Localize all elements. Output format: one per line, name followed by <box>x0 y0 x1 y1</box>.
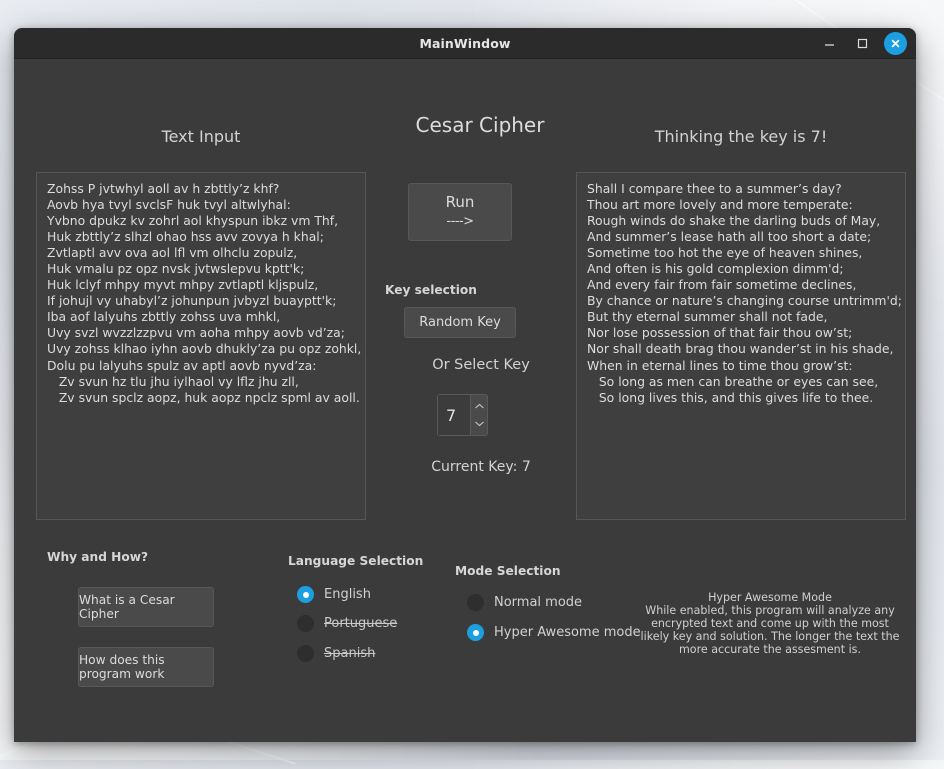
radio-mode-hyper-awesome[interactable]: Hyper Awesome mode <box>467 624 641 641</box>
current-key-label: Current Key: 7 <box>381 459 581 475</box>
minimize-button[interactable] <box>818 33 840 55</box>
random-key-button[interactable]: Random Key <box>404 307 516 338</box>
key-spinner[interactable]: 7 <box>437 394 488 436</box>
maximize-button[interactable] <box>851 33 873 55</box>
window-controls <box>818 28 907 59</box>
key-spinner-value[interactable]: 7 <box>438 395 470 435</box>
output-header: Thinking the key is 7! <box>576 127 906 146</box>
run-button[interactable]: Run ----> <box>408 183 512 241</box>
key-selection-header: Key selection <box>385 283 575 297</box>
radio-icon[interactable] <box>297 586 314 603</box>
radio-label: Hyper Awesome mode <box>494 625 641 640</box>
window-title: MainWindow <box>14 28 916 59</box>
radio-icon[interactable] <box>297 645 314 662</box>
or-select-key-label: Or Select Key <box>381 357 581 373</box>
chevron-down-icon[interactable] <box>474 420 485 427</box>
radio-label: Spanish <box>324 646 375 661</box>
radio-mode-normal[interactable]: Normal mode <box>467 594 582 611</box>
key-spinner-arrows <box>470 395 487 435</box>
how-does-program-work-button[interactable]: How does this program work <box>78 647 214 687</box>
text-output-area[interactable]: Shall I compare thee to a summer’s day? … <box>576 172 906 520</box>
chevron-up-icon[interactable] <box>474 403 485 410</box>
close-icon[interactable] <box>884 32 907 55</box>
window-titlebar[interactable]: MainWindow <box>14 28 916 59</box>
mode-description-text: Hyper Awesome Mode While enabled, this p… <box>634 592 906 657</box>
app-title: Cesar Cipher <box>380 113 580 137</box>
what-is-cesar-cipher-button[interactable]: What is a Cesar Cipher <box>78 587 214 627</box>
run-arrow-icon: ----> <box>446 212 473 232</box>
window-client-area: Text Input Cesar Cipher Thinking the key… <box>14 59 916 742</box>
text-input-header: Text Input <box>36 127 366 146</box>
text-input-area[interactable]: Zohss P jvtwhyl aoll av h zbttly’z khf? … <box>36 172 366 520</box>
desktop-background: MainWindow Text Input Cesar Cipher <box>0 0 944 760</box>
radio-language-english[interactable]: English <box>297 586 371 603</box>
why-and-how-header: Why and How? <box>47 550 148 564</box>
radio-label: English <box>324 587 371 602</box>
radio-language-portuguese[interactable]: Portuguese <box>297 615 397 632</box>
radio-label: Normal mode <box>494 595 582 610</box>
language-selection-header: Language Selection <box>288 554 423 568</box>
radio-icon[interactable] <box>467 594 484 611</box>
mode-selection-header: Mode Selection <box>455 564 561 578</box>
radio-label: Portuguese <box>324 616 397 631</box>
main-window: MainWindow Text Input Cesar Cipher <box>14 28 916 742</box>
radio-language-spanish[interactable]: Spanish <box>297 645 375 662</box>
radio-icon[interactable] <box>467 624 484 641</box>
radio-icon[interactable] <box>297 615 314 632</box>
run-button-label: Run <box>446 192 475 212</box>
